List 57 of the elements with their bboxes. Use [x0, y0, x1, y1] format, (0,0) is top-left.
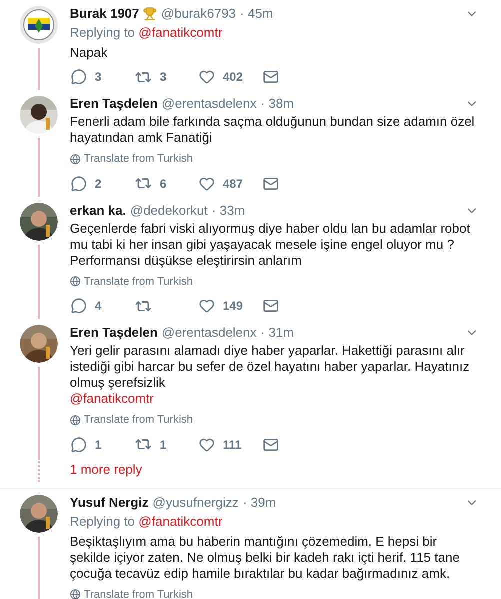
- count: 111: [223, 436, 242, 454]
- message-icon[interactable]: [263, 176, 279, 192]
- like-icon[interactable]: [199, 436, 215, 452]
- globe-icon: [70, 276, 81, 288]
- reply-icon[interactable]: [71, 69, 87, 85]
- tweet-text: Yeri gelir parasını alamadı diye haber yaparlar. Hakettiği parasını alır istediği gibi harcar bu sefer de özel hayatını haber yaparlar. Hayatınız olmuş şerefsizlik: [70, 343, 470, 390]
- tweet-text: Napak: [70, 45, 108, 60]
- timestamp[interactable]: · 38m: [260, 96, 294, 112]
- translate-link[interactable]: Translate from Turkish: [70, 586, 194, 599]
- user-name[interactable]: Eren Taşdelen: [70, 96, 158, 112]
- like-icon[interactable]: [199, 298, 215, 314]
- translate-link[interactable]: Translate from Turkish: [70, 274, 194, 290]
- globe-icon: [70, 154, 81, 165]
- reply-icon[interactable]: [71, 298, 87, 314]
- like-icon[interactable]: [199, 176, 215, 192]
- tweet-text: Geçenlerde fabri viski alıyormuş diye haber oldu lan bu adamlar robot mu tabi ki her insan gibi yaşayacak mesele işine engel oluyor mu ? Performansı düşükse eleştirirsin anlarım: [70, 220, 470, 268]
- globe-icon: [70, 414, 81, 426]
- user-name[interactable]: Yusuf Nergiz: [70, 494, 149, 510]
- like-icon[interactable]: [199, 69, 215, 85]
- count: 1: [160, 436, 167, 454]
- user-handle[interactable]: @yusufnergizz: [152, 494, 239, 510]
- translate-link[interactable]: Translate from Turkish: [70, 412, 194, 428]
- count: 4: [95, 298, 102, 315]
- mention-link[interactable]: @fanatikcomtr: [138, 514, 223, 528]
- timestamp[interactable]: · 33m: [212, 202, 246, 218]
- tweet-text: Fenerli adam bile farkında saçma olduğunun bundan size adamın özel hayatından amk Fanatiği: [70, 114, 475, 145]
- count: 3: [160, 69, 167, 86]
- count: 149: [223, 298, 244, 315]
- message-icon[interactable]: [263, 436, 279, 452]
- mention-link[interactable]: @fanatikcomtr: [70, 391, 154, 406]
- user-handle[interactable]: @erentasdelenx: [162, 325, 257, 341]
- mention-link[interactable]: @fanatikcomtr: [138, 25, 223, 40]
- replying-label: Replying to: [70, 25, 136, 40]
- user-handle[interactable]: @erentasdelenx: [162, 96, 257, 112]
- user-handle[interactable]: @burak6793: [161, 6, 236, 22]
- translate-link[interactable]: Translate from Turkish: [70, 151, 194, 168]
- count: 3: [95, 69, 102, 86]
- count: 6: [160, 176, 167, 192]
- timestamp[interactable]: · 45m: [240, 6, 274, 22]
- count: 402: [223, 69, 244, 86]
- user-handle[interactable]: @dedekorkut: [130, 202, 208, 218]
- reply-icon[interactable]: [71, 176, 87, 192]
- reply-icon[interactable]: [71, 436, 87, 452]
- tweet-text: Beşiktaşlıyım ama bu haberin mantığını çözemedim. E hepsi bir şekilde içiyor zaten. Ne olmuş belki bir kadeh rakı içti herif. 115 tane çocuğa tecavüz edip hamile bıraktılar bu kadar bağırmadınız amk.: [70, 534, 460, 580]
- user-name[interactable]: Burak 1907: [70, 6, 140, 22]
- user-name[interactable]: Eren Taşdelen: [70, 325, 158, 341]
- globe-icon: [70, 589, 81, 599]
- count: 1: [95, 436, 102, 454]
- count: 2: [95, 176, 102, 192]
- more-replies-link[interactable]: 1 more reply: [70, 460, 142, 480]
- user-name[interactable]: erkan ka.: [70, 202, 126, 218]
- message-icon[interactable]: [263, 69, 279, 85]
- timestamp[interactable]: · 31m: [260, 325, 294, 341]
- replying-label: Replying to: [70, 514, 136, 528]
- timestamp[interactable]: · 39m: [242, 494, 276, 510]
- count: 487: [223, 176, 244, 192]
- message-icon[interactable]: [263, 298, 279, 314]
